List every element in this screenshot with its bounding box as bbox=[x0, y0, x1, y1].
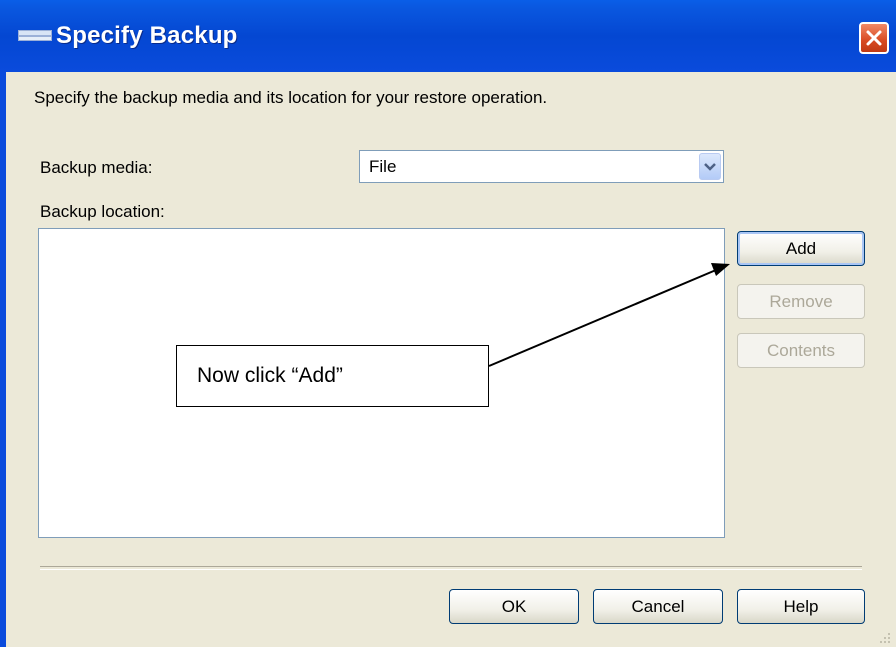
dropdown-button[interactable] bbox=[699, 153, 721, 180]
resize-grip-icon[interactable] bbox=[876, 631, 892, 645]
chevron-down-icon bbox=[704, 163, 716, 171]
divider bbox=[40, 566, 862, 570]
add-button[interactable]: Add bbox=[737, 231, 865, 266]
window-title: Specify Backup bbox=[56, 22, 238, 49]
ok-button[interactable]: OK bbox=[449, 589, 579, 624]
close-icon bbox=[866, 30, 882, 46]
cancel-button[interactable]: Cancel bbox=[593, 589, 723, 624]
help-button[interactable]: Help bbox=[737, 589, 865, 624]
instruction-text: Specify the backup media and its locatio… bbox=[34, 88, 548, 107]
backup-media-label: Backup media: bbox=[40, 158, 153, 177]
window-app-icon bbox=[18, 30, 52, 42]
remove-button[interactable]: Remove bbox=[737, 284, 865, 319]
backup-location-label: Backup location: bbox=[40, 202, 165, 221]
close-button[interactable] bbox=[859, 22, 889, 54]
backup-media-select[interactable]: File bbox=[359, 150, 724, 183]
annotation-text: Now click “Add” bbox=[197, 364, 343, 387]
annotation-callout: Now click “Add” bbox=[176, 345, 489, 407]
backup-media-value: File bbox=[369, 157, 397, 176]
title-bar: Specify Backup bbox=[0, 0, 896, 72]
contents-button[interactable]: Contents bbox=[737, 333, 865, 368]
